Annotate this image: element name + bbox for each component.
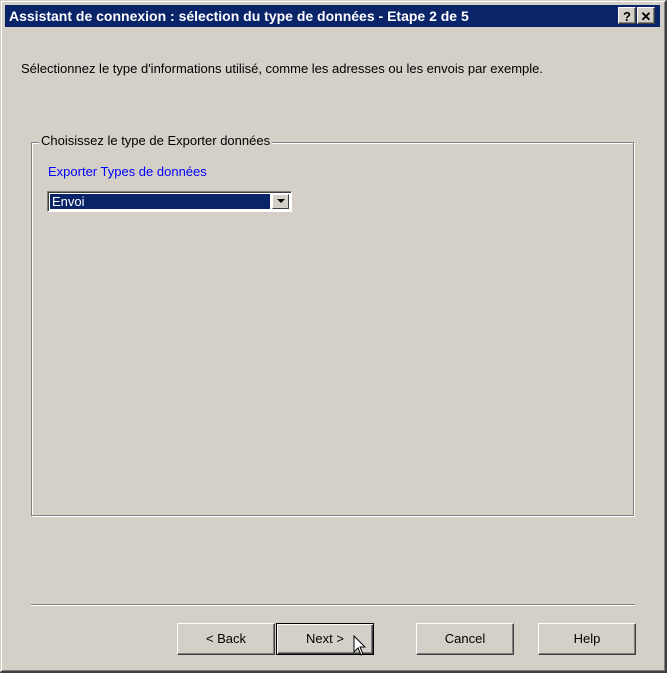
help-icon[interactable]: ? xyxy=(618,7,636,24)
intro-text: Sélectionnez le type d'informations util… xyxy=(21,61,544,76)
group-legend: Choisissez le type de Exporter données xyxy=(39,133,273,148)
close-icon[interactable]: ✕ xyxy=(637,7,655,24)
mouse-cursor-icon xyxy=(353,635,367,656)
data-type-select[interactable]: Envoi xyxy=(47,191,292,212)
title-bar[interactable]: Assistant de connexion : sélection du ty… xyxy=(5,5,660,27)
help-button[interactable]: Help xyxy=(538,623,636,655)
back-button[interactable]: < Back xyxy=(177,623,275,655)
cancel-button[interactable]: Cancel xyxy=(416,623,514,655)
data-type-label: Exporter Types de données xyxy=(48,164,207,179)
window-title: Assistant de connexion : sélection du ty… xyxy=(9,8,469,24)
separator xyxy=(31,604,635,606)
selected-value[interactable]: Envoi xyxy=(50,194,270,209)
chevron-down-icon[interactable] xyxy=(272,194,289,209)
wizard-dialog: Assistant de connexion : sélection du ty… xyxy=(0,0,667,673)
